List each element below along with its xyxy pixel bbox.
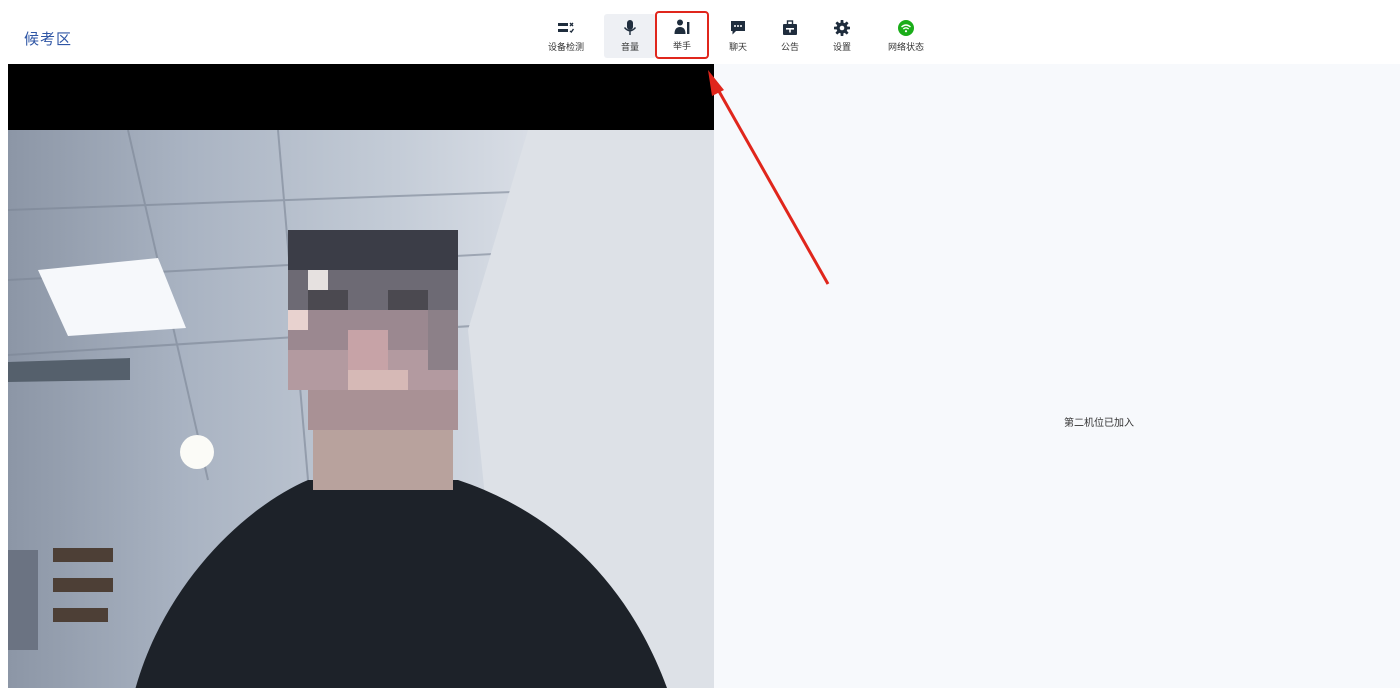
volume-button[interactable]: 音量 bbox=[604, 14, 656, 58]
settings-button[interactable]: 设置 bbox=[816, 14, 868, 58]
gear-icon bbox=[834, 20, 850, 36]
chat-icon bbox=[731, 21, 745, 35]
camera-video-panel bbox=[8, 64, 714, 688]
microphone-icon bbox=[623, 20, 637, 35]
wifi-icon bbox=[898, 20, 914, 36]
raise-hand-button[interactable]: 举手 bbox=[655, 11, 709, 59]
toolbar: 设备检测 音量 举手 聊天 公告 设置 网络状态 bbox=[0, 0, 1400, 64]
announcement-label: 公告 bbox=[780, 43, 799, 53]
raise-hand-icon bbox=[674, 19, 690, 34]
settings-label: 设置 bbox=[832, 43, 851, 53]
chat-label: 聊天 bbox=[728, 43, 747, 53]
announcement-icon bbox=[783, 20, 797, 35]
volume-label: 音量 bbox=[620, 43, 639, 53]
camera-feed-image bbox=[8, 130, 714, 688]
device-check-label: 设备检测 bbox=[547, 43, 584, 53]
raise-hand-label: 举手 bbox=[672, 42, 691, 52]
device-check-button[interactable]: 设备检测 bbox=[540, 14, 592, 58]
announcement-button[interactable]: 公告 bbox=[764, 14, 816, 58]
top-bar: 候考区 设备检测 音量 举手 聊天 公告 设置 网络状态 bbox=[0, 0, 1400, 64]
camera-feed bbox=[8, 130, 714, 688]
chat-button[interactable]: 聊天 bbox=[712, 14, 764, 58]
second-camera-status: 第二机位已加入 bbox=[1064, 418, 1134, 429]
second-camera-panel: 第二机位已加入 bbox=[714, 64, 1400, 688]
device-check-icon bbox=[558, 22, 575, 33]
network-status-button[interactable]: 网络状态 bbox=[874, 14, 938, 58]
network-status-label: 网络状态 bbox=[887, 43, 924, 53]
